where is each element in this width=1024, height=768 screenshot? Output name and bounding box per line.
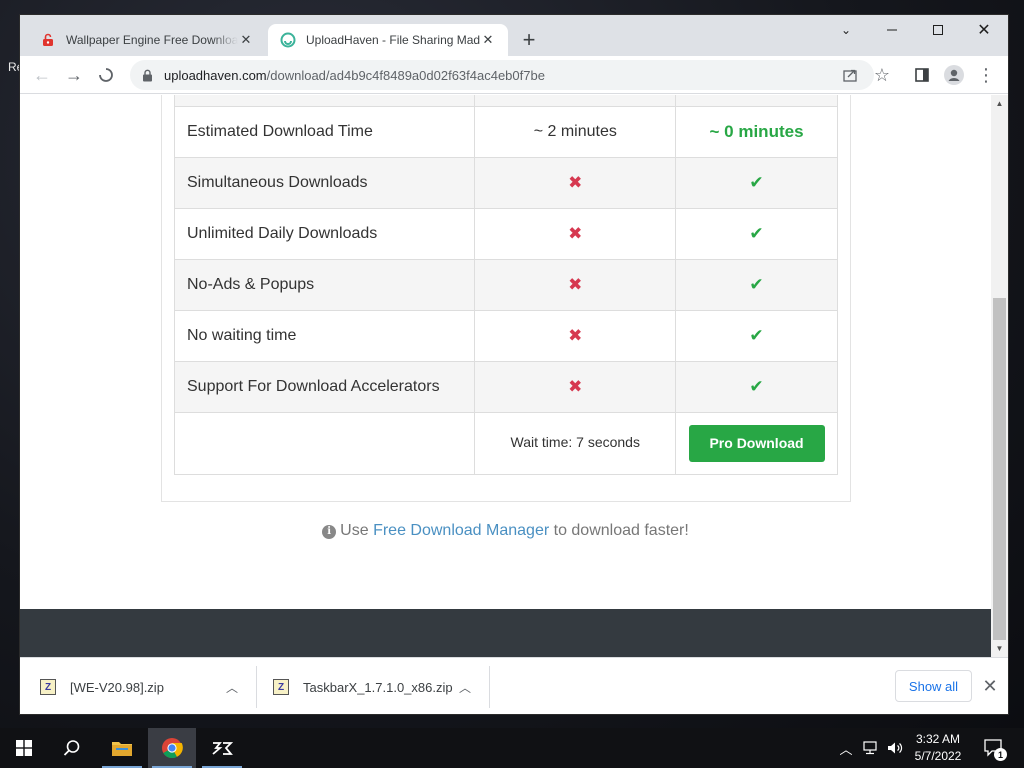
table-row: Wait time: 7 seconds Pro Download (173, 411, 838, 475)
new-tab-button[interactable]: + (517, 28, 541, 52)
tab-title: UploadHaven - File Sharing Made (306, 33, 480, 47)
tab-strip: Wallpaper Engine Free Download ✕ UploadH… (20, 15, 1008, 56)
close-tab-icon[interactable]: ✕ (238, 32, 254, 48)
chrome-icon[interactable] (148, 728, 196, 768)
download-filename: [WE-V20.98].zip (70, 679, 164, 695)
windows-start-icon[interactable] (0, 728, 48, 768)
feature-label: Simultaneous Downloads (173, 156, 476, 209)
taskbar: ︿ 3:32 AM 5/7/2022 1 (0, 728, 1024, 768)
table-row: Unlimited Daily Downloads ✖ ✔ (173, 207, 838, 260)
tab-uploadhaven[interactable]: UploadHaven - File Sharing Made ✕ (268, 24, 508, 56)
feature-label: Unlimited Daily Downloads (173, 207, 476, 260)
feature-label: Estimated Download Time (173, 105, 476, 158)
scrollbar-thumb[interactable] (993, 298, 1006, 640)
chevron-up-icon[interactable]: ︿ (836, 728, 856, 768)
maximize-icon[interactable] (915, 15, 961, 45)
search-icon[interactable] (48, 728, 96, 768)
side-panel-icon[interactable] (908, 61, 936, 89)
feature-label: No waiting time (173, 309, 476, 362)
table-row: No waiting time ✖ ✔ (173, 309, 838, 362)
notification-count-badge: 1 (994, 748, 1007, 761)
feature-label: Support For Download Accelerators (173, 360, 476, 413)
notification-icon[interactable]: 1 (980, 728, 1008, 768)
check-icon: ✔ (749, 223, 764, 243)
taskbar-clock[interactable]: 3:32 AM 5/7/2022 (910, 731, 966, 765)
page-scrollbar[interactable]: ▲ ▼ (991, 95, 1008, 657)
close-tab-icon[interactable]: ✕ (480, 32, 496, 48)
download-shelf: Z [WE-V20.98].zip ︿ Z TaskbarX_1.7.1.0_x… (20, 657, 1008, 714)
cross-icon: ✖ (568, 274, 583, 294)
table-row (173, 95, 838, 107)
download-item[interactable]: Z TaskbarX_1.7.1.0_x86.zip ︿ (273, 666, 483, 708)
cross-icon: ✖ (568, 172, 583, 192)
divider (256, 666, 257, 708)
zip-file-icon: Z (40, 679, 56, 695)
table-row: Support For Download Accelerators ✖ ✔ (173, 360, 838, 413)
fdm-note: i Use Free Download Manager to download f… (20, 522, 991, 540)
check-icon: ✔ (749, 325, 764, 345)
tab-title: Wallpaper Engine Free Download (66, 33, 238, 47)
minimize-icon[interactable] (869, 15, 915, 45)
cross-icon: ✖ (568, 223, 583, 243)
check-icon: ✔ (749, 376, 764, 396)
network-icon[interactable] (860, 728, 882, 768)
uploadhaven-icon (280, 32, 296, 48)
browser-toolbar: ← → uploadhaven.com/download/ad4b9c4f848… (20, 56, 1008, 94)
free-download-manager-link[interactable]: Free Download Manager (373, 522, 549, 539)
pro-download-button[interactable]: Pro Download (688, 424, 825, 462)
menu-kebab-icon[interactable]: ⋮ (972, 61, 1000, 89)
clock-date: 5/7/2022 (914, 749, 962, 763)
divider (489, 666, 490, 708)
address-bar[interactable]: uploadhaven.com/download/ad4b9c4f8489a0d… (130, 60, 874, 90)
chevron-up-icon[interactable]: ︿ (457, 679, 473, 695)
check-icon: ✔ (749, 172, 764, 192)
show-all-button[interactable]: Show all (895, 670, 972, 702)
url-text: uploadhaven.com/download/ad4b9c4f8489a0d… (164, 67, 545, 83)
wait-time-text: Wait time: 7 seconds (510, 434, 640, 450)
stop-loading-icon[interactable] (92, 61, 120, 89)
zip-file-icon: Z (273, 679, 289, 695)
table-row: Estimated Download Time ~ 2 minutes ~ 0 … (173, 105, 838, 158)
cross-icon: ✖ (568, 376, 583, 396)
page-content: Estimated Download Time ~ 2 minutes ~ 0 … (20, 95, 991, 657)
pro-value: ~ 0 minutes (709, 121, 804, 141)
chevron-up-icon[interactable]: ︿ (224, 679, 240, 695)
feature-label: No-Ads & Popups (173, 258, 476, 311)
lock-icon (140, 68, 154, 82)
volume-icon[interactable] (884, 728, 906, 768)
download-filename: TaskbarX_1.7.1.0_x86.zip (303, 679, 453, 695)
profile-avatar-icon[interactable] (940, 61, 968, 89)
forward-arrow-icon[interactable]: → (60, 61, 88, 89)
bookmark-star-icon[interactable]: ☆ (868, 61, 896, 89)
red-lock-icon (40, 32, 56, 48)
close-shelf-icon[interactable]: ✕ (978, 674, 1002, 698)
share-icon[interactable] (836, 60, 864, 90)
tab-wallpaper-engine[interactable]: Wallpaper Engine Free Download ✕ (28, 24, 266, 56)
cross-icon: ✖ (568, 325, 583, 345)
scroll-down-arrow-icon[interactable]: ▼ (991, 640, 1008, 657)
taskbarx-icon[interactable] (198, 728, 246, 768)
download-item[interactable]: Z [WE-V20.98].zip ︿ (40, 666, 250, 708)
back-arrow-icon[interactable]: ← (28, 61, 56, 89)
table-row: Simultaneous Downloads ✖ ✔ (173, 156, 838, 209)
file-explorer-icon[interactable] (98, 728, 146, 768)
tab-search-chevron-icon[interactable]: ⌄ (823, 15, 869, 45)
info-icon: i (322, 524, 337, 539)
table-row: No-Ads & Popups ✖ ✔ (173, 258, 838, 311)
browser-window: Wallpaper Engine Free Download ✕ UploadH… (20, 15, 1008, 714)
check-icon: ✔ (749, 274, 764, 294)
close-window-icon[interactable]: ✕ (961, 15, 1007, 45)
clock-time: 3:32 AM (915, 732, 961, 746)
free-value: ~ 2 minutes (474, 105, 677, 158)
comparison-table: Estimated Download Time ~ 2 minutes ~ 0 … (173, 95, 838, 475)
page-footer (20, 609, 991, 657)
scroll-up-arrow-icon[interactable]: ▲ (991, 95, 1008, 112)
